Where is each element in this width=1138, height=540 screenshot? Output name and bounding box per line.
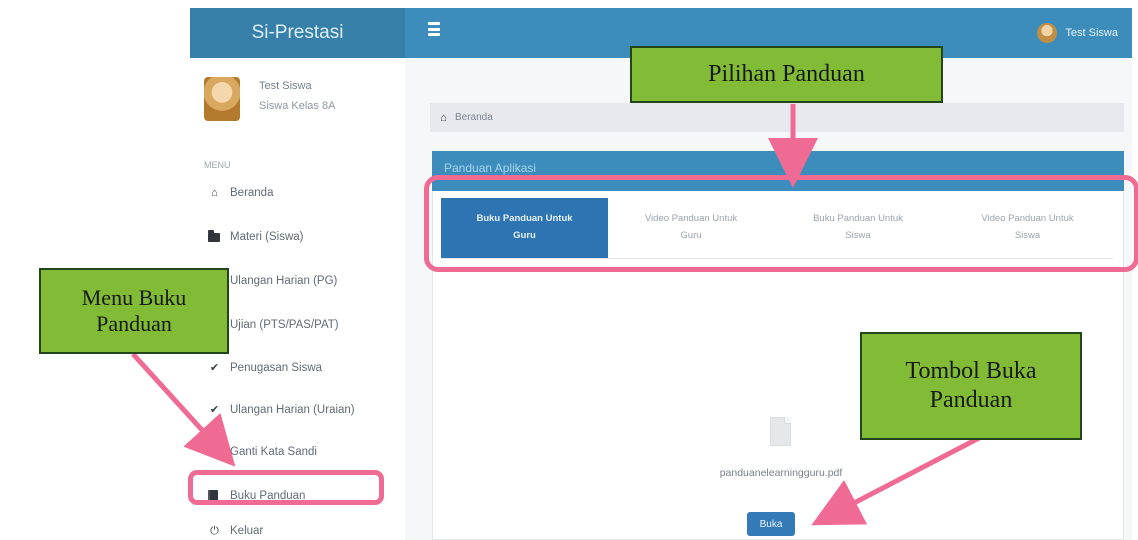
menu-callout-arrow [131,352,236,467]
menu-callout: Menu Buku Panduan [39,268,229,354]
tabs-callout: Pilihan Panduan [630,46,943,103]
button-callout: Tombol Buka Panduan [860,332,1082,440]
button-callout-arrow [811,435,981,526]
